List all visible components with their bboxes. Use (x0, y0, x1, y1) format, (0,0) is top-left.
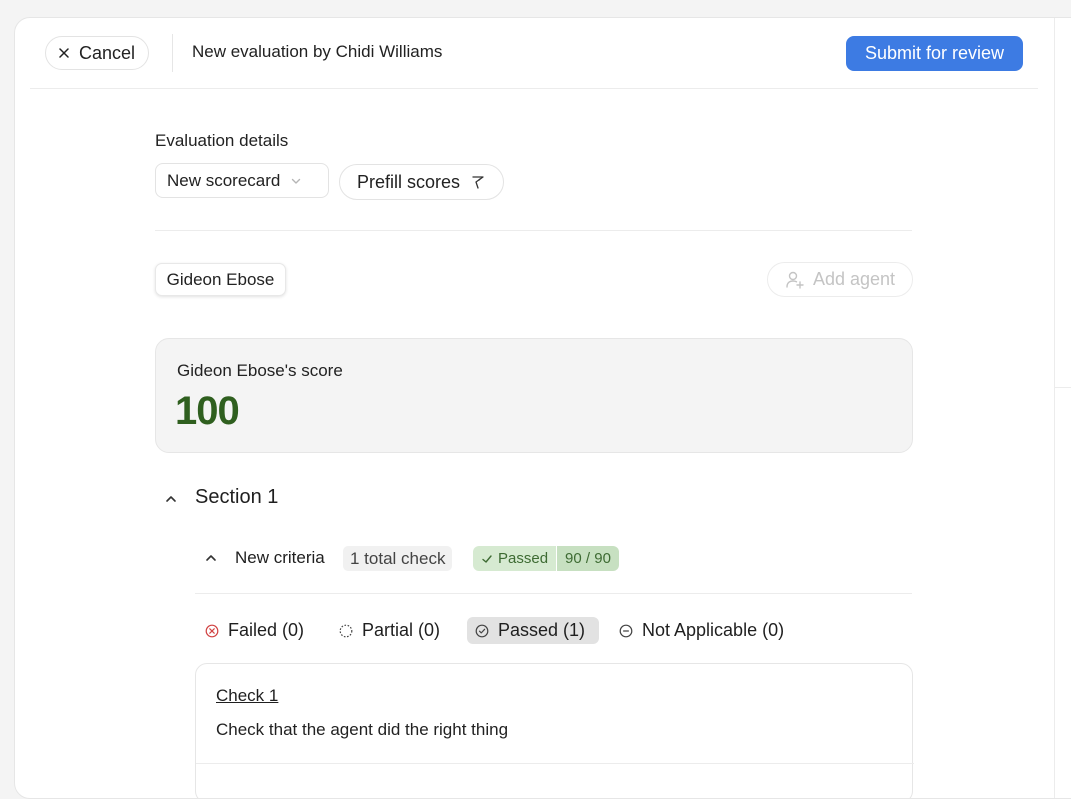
details-divider (155, 230, 912, 231)
scorecard-select-value: New scorecard (167, 170, 281, 190)
check-card: Check 1 Check that the agent did the rig… (195, 663, 914, 798)
evaluation-panel: Cancel New evaluation by Chidi Williams … (14, 17, 1071, 799)
criteria-points: 90 / 90 (557, 546, 619, 571)
status-passed: Passed (473, 546, 557, 571)
criteria-title: New criteria (235, 548, 325, 567)
header-divider (30, 88, 1038, 89)
section-collapse-chevron-icon[interactable] (162, 490, 180, 508)
filter-passed[interactable]: Passed (1) (467, 617, 599, 644)
close-icon (59, 48, 69, 58)
cancel-label: Cancel (78, 42, 136, 63)
criteria-divider (195, 593, 912, 594)
prefill-scores-label: Prefill scores (356, 171, 461, 192)
filter-partial[interactable]: Partial (0) (331, 617, 448, 644)
score-card: Gideon Ebose's score 100 (155, 338, 913, 453)
check-description: Check that the agent did the right thing (216, 720, 509, 739)
check-name-link[interactable]: Check 1 (216, 686, 278, 706)
agent-chip[interactable]: Gideon Ebose (155, 263, 286, 296)
add-agent-label: Add agent (812, 269, 896, 289)
check-icon (481, 553, 493, 565)
scorecard-select[interactable]: New scorecard (155, 163, 329, 198)
status-label: Passed (498, 550, 549, 567)
filter-not-applicable[interactable]: Not Applicable (0) (611, 617, 792, 644)
add-agent-button[interactable]: Add agent (767, 262, 913, 297)
check-card-divider (196, 763, 914, 764)
filter-failed-label: Failed (0) (228, 620, 305, 640)
submit-for-review-button[interactable]: Submit for review (846, 36, 1023, 71)
right-pane-divider (1054, 18, 1055, 798)
score-value: 100 (175, 389, 240, 433)
filter-partial-label: Partial (0) (362, 620, 441, 640)
filter-not-applicable-label: Not Applicable (0) (642, 620, 785, 640)
chevron-down-icon (290, 175, 302, 187)
prefill-scores-button[interactable]: Prefill scores (339, 164, 504, 200)
filter-passed-label: Passed (1) (498, 620, 586, 640)
score-label: Gideon Ebose's score (177, 361, 343, 380)
right-pane-divider-horizontal (1055, 387, 1071, 388)
add-user-icon (785, 270, 805, 290)
section-title: Section 1 (195, 486, 279, 508)
total-check-badge: 1 total check (343, 546, 453, 571)
criteria-collapse-chevron-icon[interactable] (203, 550, 219, 566)
sparkle-wand-icon (470, 174, 486, 190)
page-title: New evaluation by Chidi Williams (192, 42, 443, 61)
header-separator (172, 34, 173, 72)
x-circle-icon (205, 624, 219, 638)
check-circle-icon (475, 624, 489, 638)
dashed-circle-icon (339, 624, 353, 638)
minus-circle-icon (619, 624, 633, 638)
evaluation-details-heading: Evaluation details (155, 131, 289, 150)
filter-failed[interactable]: Failed (0) (197, 617, 312, 644)
cancel-button[interactable]: Cancel (45, 36, 149, 70)
criteria-status-badge: Passed 90 / 90 (473, 546, 619, 571)
